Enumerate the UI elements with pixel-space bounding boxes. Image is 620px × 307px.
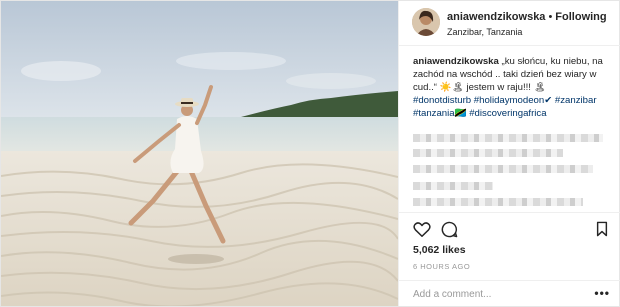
post-caption: aniawendzikowska „ku słońcu, ku niebu, n…	[413, 55, 611, 120]
post-side-panel: aniawendzikowska • Following Zanzibar, Tan…	[398, 1, 620, 306]
post-header: aniawendzikowska • Following Zanzibar, Tan…	[399, 1, 620, 46]
post-timestamp[interactable]: 6 HOURS AGO	[413, 262, 470, 271]
blurred-comment	[413, 149, 563, 157]
caption-hashtags[interactable]: #donotdisturb #holidaymodeon✔ #zanzibar …	[413, 94, 611, 120]
bookmark-icon[interactable]	[596, 221, 608, 237]
heart-icon[interactable]	[413, 221, 431, 238]
post-photo[interactable]	[1, 1, 398, 306]
comment-bar: •••	[399, 280, 620, 307]
comment-input[interactable]	[413, 289, 583, 300]
blurred-comment	[413, 182, 493, 190]
instagram-post: aniawendzikowska • Following Zanzibar, Tan…	[0, 0, 620, 307]
separator-dot: •	[548, 11, 553, 23]
caption-username[interactable]: aniawendzikowska	[413, 56, 499, 67]
blurred-comment	[413, 134, 603, 142]
following-button[interactable]: Following	[555, 11, 606, 23]
blurred-comment	[413, 165, 593, 173]
action-bar	[399, 212, 620, 247]
beach-photo	[1, 1, 398, 306]
more-options-icon[interactable]: •••	[594, 286, 610, 300]
comment-icon[interactable]	[441, 221, 458, 238]
avatar[interactable]	[412, 8, 440, 36]
username-link[interactable]: aniawendzikowska	[447, 11, 545, 23]
username-row: aniawendzikowska • Following	[447, 11, 607, 23]
location-link[interactable]: Zanzibar, Tanzania	[447, 27, 522, 37]
blurred-comment	[413, 198, 583, 206]
likes-count[interactable]: 5,062 likes	[413, 244, 466, 256]
avatar-image	[412, 8, 440, 36]
